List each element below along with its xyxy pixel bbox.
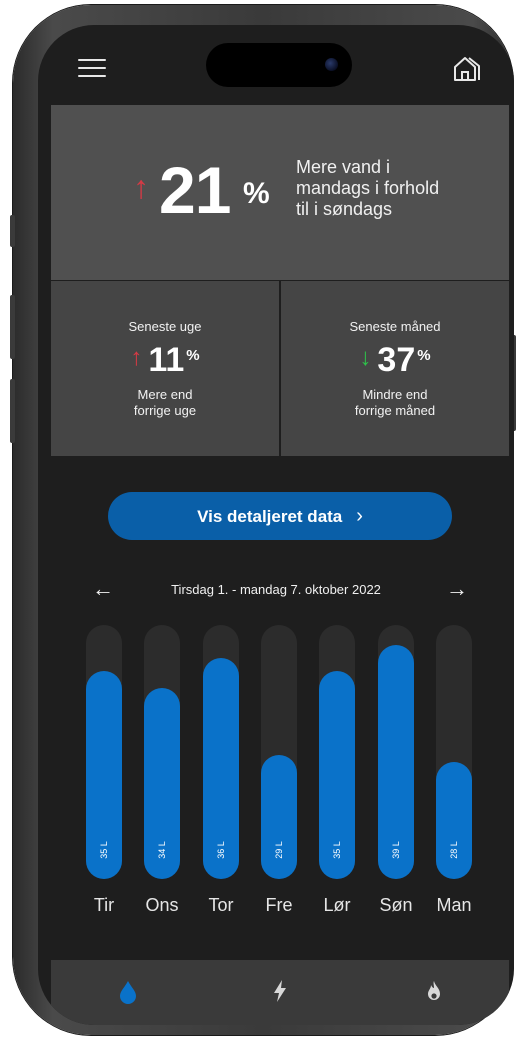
month-stat-panel: Seneste måned ↓ 37% Mindre end forrige må… [281,281,509,456]
bar-track: 34 L [144,625,180,879]
bar-track: 28 L [436,625,472,879]
bar[interactable]: 36 L [203,658,239,879]
bar-value-label: 36 L [203,835,239,865]
day-label: Tor [208,895,234,915]
arrow-up-icon: ↑ [130,344,143,371]
lightning-icon[interactable] [267,978,293,1004]
day-label: Ons [145,895,179,915]
bar-value-label: 29 L [261,835,297,865]
bar-track: 36 L [203,625,239,879]
bar-value-text: 36 L [216,841,226,859]
volume-down-button [10,379,15,443]
bar-value-text: 35 L [99,841,109,859]
bar[interactable]: 29 L [261,755,297,879]
bar[interactable]: 39 L [378,645,414,879]
water-drop-icon[interactable] [115,978,141,1004]
bar-track: 35 L [319,625,355,879]
bar[interactable]: 28 L [436,762,472,879]
camera-lens [325,58,338,71]
home-icon[interactable] [452,53,482,83]
month-description: Mindre end forrige måned [354,387,436,418]
bar-value-text: 39 L [391,841,401,859]
week-label: Seneste uge [128,319,202,334]
next-week-arrow-icon[interactable]: → [446,577,468,601]
summary-panel: ↑ 21 % Mere vand i mandags i forhold til… [51,105,509,280]
bar-track: 29 L [261,625,297,879]
month-unit: % [417,347,431,364]
phone-frame: ↑ 21 % Mere vand i mandags i forhold til… [10,5,516,1035]
week-description: Mere end forrige uge [133,387,197,418]
arrow-down-icon: ↓ [359,344,372,371]
hamburger-menu-icon[interactable] [78,57,106,79]
week-stat-panel: Seneste uge ↑ 11% Mere end forrige uge [51,281,279,456]
bar[interactable]: 35 L [86,671,122,879]
bar-value-label: 28 L [436,835,472,865]
day-label: Man [436,895,472,915]
day-label: Tir [93,895,115,915]
month-value: 37 [377,341,416,379]
flame-icon[interactable] [421,978,447,1004]
date-range-label: Tirsdag 1. - mandag 7. oktober 2022 [171,582,381,597]
bar-value-label: 34 L [144,835,180,865]
summary-unit: % [243,177,270,210]
bar-value-text: 29 L [274,841,284,859]
show-detailed-data-button[interactable]: Vis detaljeret data › [108,492,452,540]
month-label: Seneste måned [349,319,441,334]
day-label: Lør [323,895,351,915]
day-label: Søn [379,895,413,915]
mute-switch [10,215,15,247]
week-unit: % [186,347,200,364]
bar-value-text: 34 L [157,841,167,859]
date-range-nav: ← Tirsdag 1. - mandag 7. oktober 2022 → [38,577,514,603]
day-label: Fre [265,895,293,915]
bar[interactable]: 34 L [144,688,180,879]
bar-value-label: 35 L [319,835,355,865]
bottom-tab-bar [51,960,509,1025]
volume-up-button [10,295,15,359]
detail-button-label: Vis detaljeret data [197,507,343,526]
app-screen: ↑ 21 % Mere vand i mandags i forhold til… [38,25,514,1025]
bar[interactable]: 35 L [319,671,355,879]
bar-track: 39 L [378,625,414,879]
bar-value-text: 35 L [332,841,342,859]
bar-value-text: 28 L [449,841,459,859]
bar-value-label: 39 L [378,835,414,865]
bar-track: 35 L [86,625,122,879]
week-value: 11 [148,341,185,379]
arrow-up-icon: ↑ [133,169,149,205]
summary-description: Mere vand i mandags i forhold til i sønd… [296,157,440,219]
dynamic-island [206,43,352,87]
bar-value-label: 35 L [86,835,122,865]
summary-value: 21 [159,153,231,227]
chevron-right-icon: › [356,505,363,527]
